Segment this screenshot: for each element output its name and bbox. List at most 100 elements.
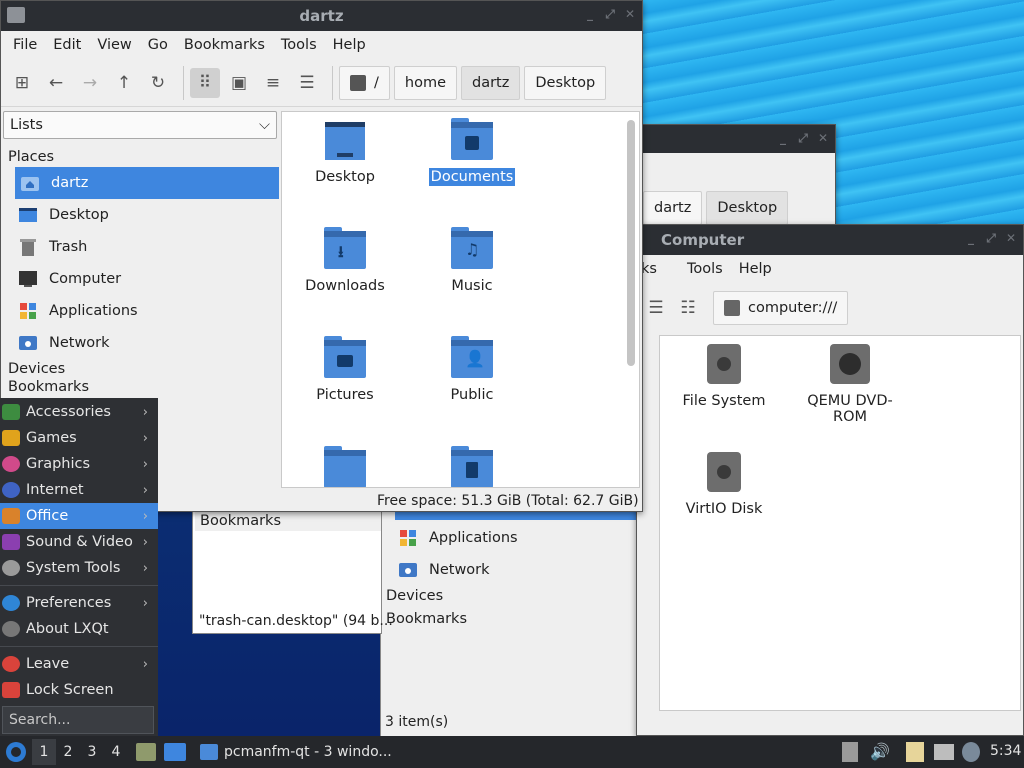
lxqt-menu-icon[interactable] xyxy=(0,736,32,768)
menu-file[interactable]: File xyxy=(5,37,45,53)
close-icon[interactable]: ✕ xyxy=(1005,231,1017,245)
menu-item-system-tools[interactable]: System Tools › xyxy=(0,555,158,581)
chevron-down-icon: ⌵ xyxy=(259,117,270,133)
menu-search-input[interactable]: Search... xyxy=(2,706,154,734)
computer-file-view[interactable]: File System QEMU DVD-ROM VirtIO Disk xyxy=(659,335,1021,711)
sidebar-item-trash[interactable]: Trash xyxy=(3,231,279,263)
menu-item-accessories[interactable]: Accessories › xyxy=(0,399,158,425)
up-icon[interactable]: ↑ xyxy=(109,68,139,98)
menu-item-sound-video[interactable]: Sound & Video › xyxy=(0,529,158,555)
file-item-music[interactable]: ♫ Music xyxy=(412,227,532,295)
menu-bookmarks[interactable]: Bookmarks xyxy=(176,37,273,53)
close-icon[interactable]: ✕ xyxy=(624,7,636,21)
back-icon[interactable]: ← xyxy=(41,68,71,98)
item-qemu-dvd-rom[interactable]: QEMU DVD-ROM xyxy=(790,344,910,426)
item-file-system[interactable]: File System xyxy=(664,344,784,410)
menu-item-preferences[interactable]: Preferences › xyxy=(0,590,158,616)
maximize-icon[interactable]: ⤢ xyxy=(797,131,809,145)
window-trash-fragment[interactable]: Bookmarks "trash-can.desktop" (94 b... xyxy=(192,508,393,634)
sidebar-item-network[interactable]: Network xyxy=(3,327,279,359)
detailed-view-icon[interactable]: ☰ xyxy=(292,68,322,98)
menu-item-games[interactable]: Games › xyxy=(0,425,158,451)
location-bar[interactable]: computer:/// xyxy=(713,291,849,325)
sidebar-item-desktop[interactable]: Desktop xyxy=(3,199,279,231)
start-menu[interactable]: Accessories › Games › Graphics › Internet › … xyxy=(0,398,158,736)
file-item-public[interactable]: 👤 Public xyxy=(412,336,532,404)
desktop-1-button[interactable]: 1 xyxy=(32,739,56,765)
menu-item-leave[interactable]: Leave › xyxy=(0,651,158,677)
task-button-pcmanfm[interactable]: pcmanfm-qt - 3 windo... xyxy=(194,738,398,766)
close-icon[interactable]: ✕ xyxy=(817,131,829,145)
desktop-2-button[interactable]: 2 xyxy=(56,739,80,765)
breadcrumb-home[interactable]: home xyxy=(393,65,457,100)
sidebar-view-select[interactable]: Lists ⌵ xyxy=(3,111,277,139)
reload-icon[interactable]: ↻ xyxy=(143,68,173,98)
menu-go[interactable]: Go xyxy=(140,37,176,53)
show-desktop-icon[interactable] xyxy=(164,743,186,761)
detailed-view-icon[interactable]: ☰ xyxy=(641,293,671,323)
sidebar-item-network[interactable]: Network xyxy=(383,554,490,586)
breadcrumb-desktop[interactable]: Desktop xyxy=(524,65,607,100)
menu-help[interactable]: Help xyxy=(731,261,780,277)
item-label: QEMU DVD-ROM xyxy=(807,393,893,425)
sidebar-item-applications[interactable]: Applications xyxy=(383,522,518,554)
forward-icon[interactable]: → xyxy=(75,68,105,98)
menu-tools[interactable]: Tools xyxy=(273,37,325,53)
menu-item-office[interactable]: Office › xyxy=(0,503,158,529)
file-item-documents[interactable]: Documents xyxy=(412,118,532,186)
sidebar-item-computer[interactable]: Computer xyxy=(3,263,279,295)
sidebar-item-dartz[interactable]: dartz xyxy=(15,167,279,199)
file-manager-launcher-icon[interactable] xyxy=(136,743,156,761)
taskbar: 1 2 3 4 pcmanfm-qt - 3 windo... 🔊 5:34 xyxy=(0,736,1024,768)
maximize-icon[interactable]: ⤢ xyxy=(604,7,616,21)
drive-icon xyxy=(724,300,740,316)
breadcrumb-desktop[interactable]: Desktop xyxy=(706,191,789,225)
menu-edit[interactable]: Edit xyxy=(45,37,89,53)
update-notifier-icon[interactable] xyxy=(962,742,980,762)
menu-item-internet[interactable]: Internet › xyxy=(0,477,158,503)
volume-icon[interactable]: 🔊 xyxy=(870,742,890,762)
breadcrumb-dartz[interactable]: dartz xyxy=(643,191,703,225)
sidebar-item-label: Network xyxy=(49,335,110,351)
menu-item-lock-screen[interactable]: Lock Screen xyxy=(0,677,158,703)
network-tray-icon[interactable] xyxy=(934,744,954,760)
menu-item-label: Sound & Video xyxy=(26,534,133,550)
menu-item-graphics[interactable]: Graphics › xyxy=(0,451,158,477)
maximize-icon[interactable]: ⤢ xyxy=(985,231,997,245)
thumbnail-view-icon[interactable]: ▣ xyxy=(224,68,254,98)
status-text: Free space: 51.3 GiB (Total: 62.7 GiB) xyxy=(377,493,639,509)
breadcrumb-root[interactable]: / xyxy=(339,65,390,100)
compact-view-icon[interactable]: ≡ xyxy=(258,68,288,98)
file-item-downloads[interactable]: ⭳ Downloads xyxy=(285,227,405,295)
new-tab-icon[interactable]: ⊞ xyxy=(7,68,37,98)
clock[interactable]: 5:34 xyxy=(990,743,1021,759)
file-label: Public xyxy=(450,387,494,403)
file-item-templates[interactable] xyxy=(412,446,532,487)
menu-view[interactable]: View xyxy=(89,37,139,53)
scrollbar[interactable] xyxy=(627,120,635,366)
desktop-folder-icon xyxy=(325,122,365,160)
file-view[interactable]: Desktop Documents ⭳ Downloads ♫ Music Pi… xyxy=(281,111,640,488)
menu-tools[interactable]: Tools xyxy=(665,261,731,277)
desktop-4-button[interactable]: 4 xyxy=(104,739,128,765)
item-virtio-disk[interactable]: VirtIO Disk xyxy=(664,452,784,518)
pictures-folder-icon xyxy=(324,336,366,378)
minimize-icon[interactable]: _ xyxy=(965,231,977,245)
chevron-right-icon: › xyxy=(142,430,148,446)
file-item-desktop[interactable]: Desktop xyxy=(285,122,405,186)
minimize-icon[interactable]: _ xyxy=(584,7,596,21)
icon-view-icon[interactable]: ⠿ xyxy=(190,67,220,98)
compact-view-icon[interactable]: ☷ xyxy=(673,293,703,323)
breadcrumb-dartz[interactable]: dartz xyxy=(461,65,521,100)
window-computer[interactable]: Computer _ ⤢ ✕ ks Tools Help ☰ ☷ computer:… xyxy=(636,224,1024,736)
internet-icon xyxy=(2,482,20,498)
minimize-icon[interactable]: _ xyxy=(777,131,789,145)
menu-help[interactable]: Help xyxy=(325,37,374,53)
desktop-3-button[interactable]: 3 xyxy=(80,739,104,765)
sidebar-item-applications[interactable]: Applications xyxy=(3,295,279,327)
clipboard-icon[interactable] xyxy=(906,742,924,762)
menu-item-about[interactable]: About LXQt xyxy=(0,616,158,642)
file-item-pictures[interactable]: Pictures xyxy=(285,336,405,404)
file-item-folder[interactable] xyxy=(285,446,405,487)
eject-icon[interactable] xyxy=(842,742,858,762)
